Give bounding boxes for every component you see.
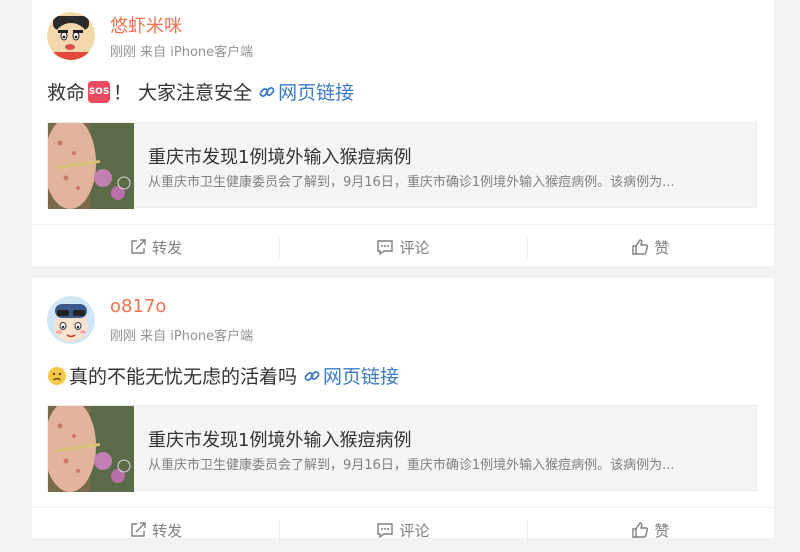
username[interactable]: o817o — [110, 296, 166, 317]
repost-icon — [131, 522, 146, 537]
repost-icon — [131, 239, 146, 254]
link-card-title: 重庆市发现1例境外输入猴痘病例 — [148, 147, 412, 168]
link-card[interactable]: 重庆市发现1例境外输入猴痘病例 从重庆市卫生健康委员会了解到，9月16日，重庆市… — [47, 405, 757, 492]
web-link[interactable]: 网页链接 — [323, 362, 399, 389]
action-bar: 转发 评论 赞 — [32, 224, 774, 269]
comment-icon — [377, 240, 394, 256]
repost-button[interactable]: 转发 — [32, 225, 279, 269]
avatar[interactable] — [47, 12, 95, 60]
repost-label: 转发 — [152, 238, 183, 257]
link-card[interactable]: 重庆市发现1例境外输入猴痘病例 从重庆市卫生健康委员会了解到，9月16日，重庆市… — [47, 122, 757, 209]
comment-button[interactable]: 评论 — [279, 508, 526, 552]
sos-emoji-icon: SOS — [88, 80, 111, 103]
thumbs-up-icon — [632, 522, 649, 538]
username[interactable]: 悠虾米咪 — [110, 12, 182, 38]
post-text: 救命 SOS ！ 大家注意安全 网页链接 — [47, 78, 354, 105]
post-meta: 刚刚 来自 iPhone客户端 — [110, 45, 254, 60]
link-card-thumbnail — [48, 123, 134, 209]
like-button[interactable]: 赞 — [526, 508, 774, 552]
comment-button[interactable]: 评论 — [279, 225, 526, 269]
sad-face-emoji-icon — [47, 366, 67, 386]
comment-label: 评论 — [399, 238, 430, 257]
link-card-desc: 从重庆市卫生健康委员会了解到，9月16日，重庆市确诊1例境外输入猴痘病例。该病例… — [148, 458, 675, 473]
post-text: 真的不能无忧无虑的活着吗 网页链接 — [47, 362, 399, 389]
post-text-part: 救命 — [47, 82, 86, 104]
like-label: 赞 — [654, 521, 670, 540]
like-label: 赞 — [654, 238, 670, 257]
comment-icon — [377, 523, 394, 539]
link-card-desc: 从重庆市卫生健康委员会了解到，9月16日，重庆市确诊1例境外输入猴痘病例。该病例… — [148, 175, 675, 190]
repost-button[interactable]: 转发 — [32, 508, 279, 552]
comment-label: 评论 — [399, 521, 430, 540]
link-card-thumbnail — [48, 406, 134, 492]
link-card-title: 重庆市发现1例境外输入猴痘病例 — [148, 430, 412, 451]
repost-label: 转发 — [152, 521, 183, 540]
web-link[interactable]: 网页链接 — [278, 78, 354, 105]
like-button[interactable]: 赞 — [526, 225, 774, 269]
post-card: 悠虾米咪 刚刚 来自 iPhone客户端 救命 SOS ！ 大家注意安全 网页链… — [32, 0, 774, 266]
link-icon — [303, 367, 321, 385]
post-meta: 刚刚 来自 iPhone客户端 — [110, 329, 254, 344]
link-icon — [258, 83, 276, 101]
post-text-part: ！ 大家注意安全 — [113, 82, 253, 104]
avatar[interactable] — [47, 296, 95, 344]
thumbs-up-icon — [632, 239, 649, 255]
post-card: o817o 刚刚 来自 iPhone客户端 真的不能无忧无虑的活着吗 网页链接 — [32, 278, 774, 542]
action-bar: 转发 评论 赞 — [32, 507, 774, 552]
post-text-part: 真的不能无忧无虑的活着吗 — [69, 366, 298, 388]
